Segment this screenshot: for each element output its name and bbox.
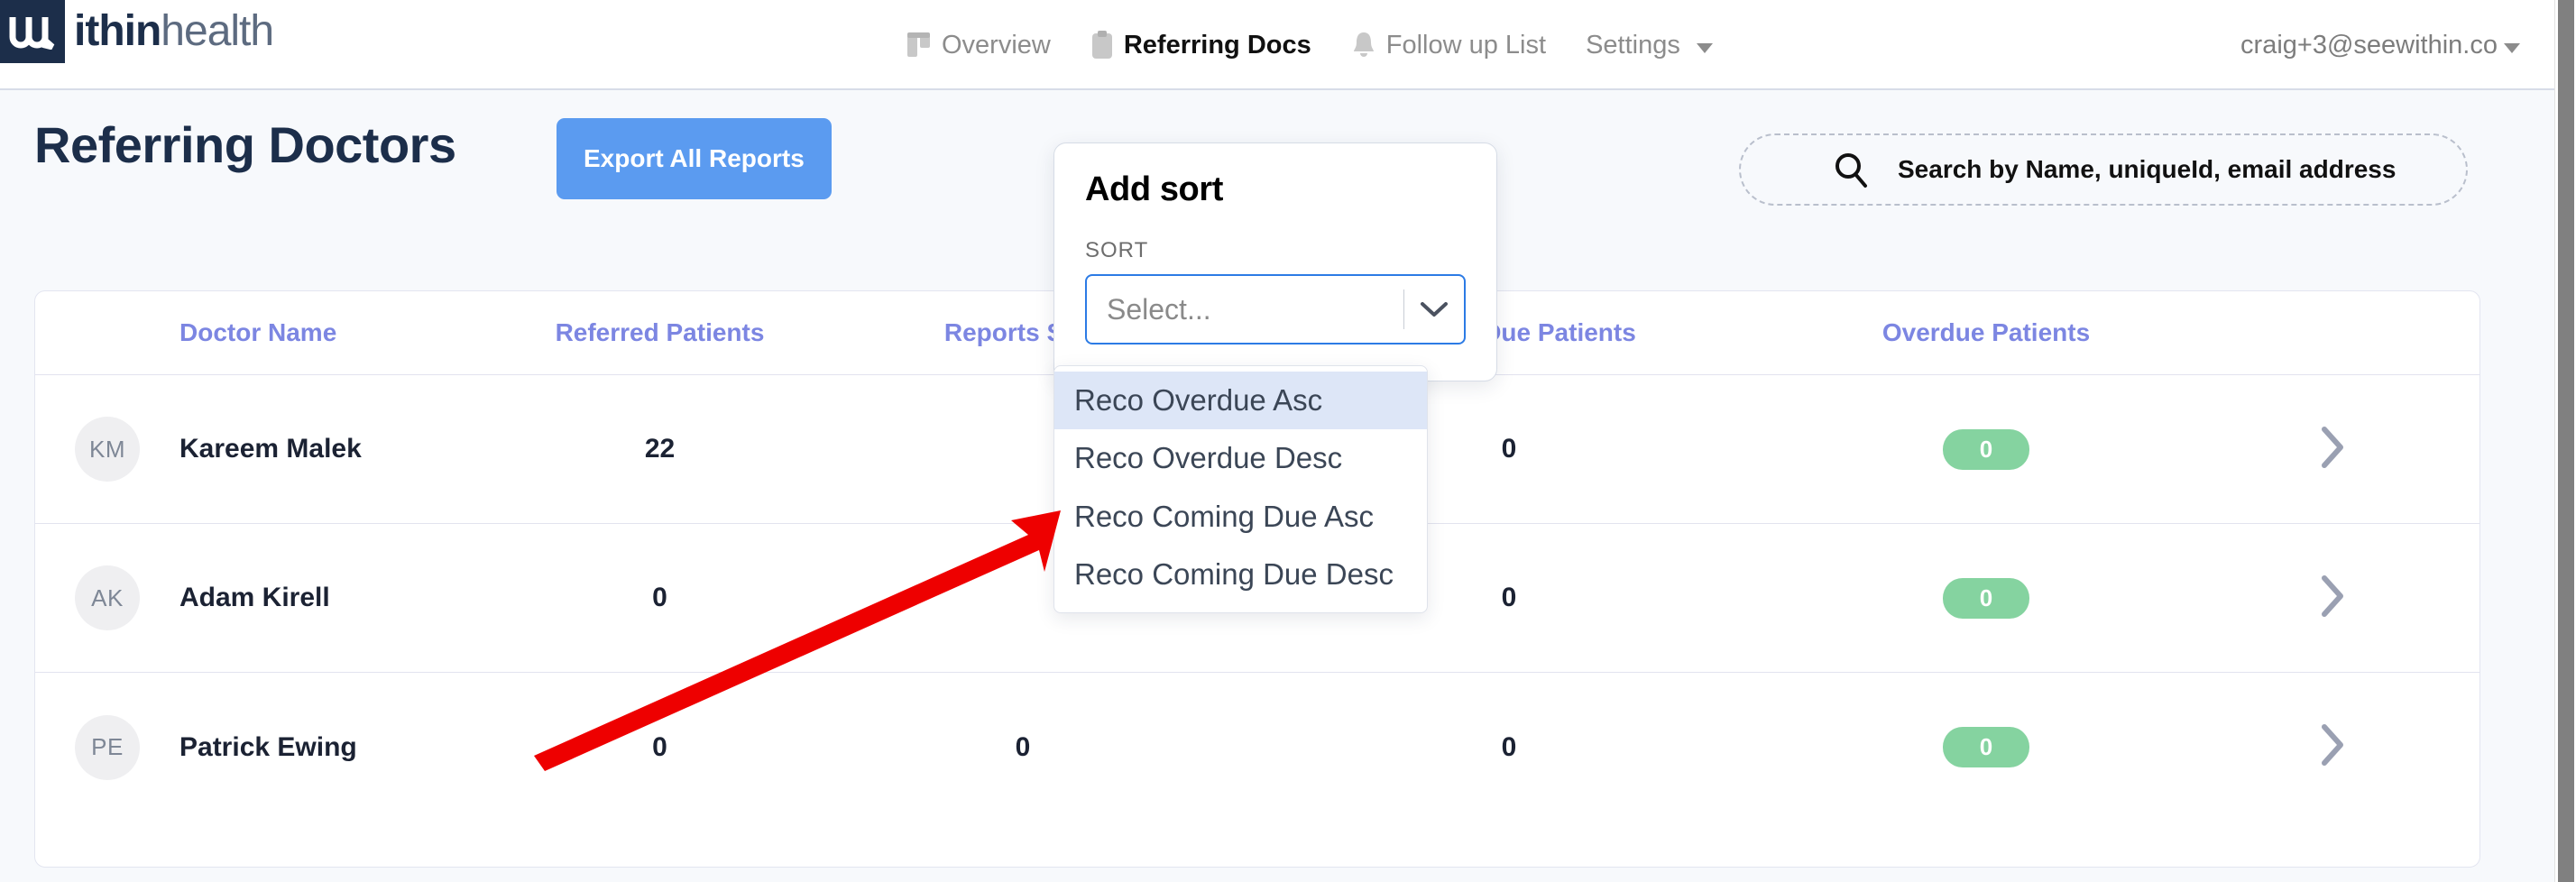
cell-referred-patients: 0 — [652, 583, 667, 612]
sort-option-reco-coming-due-desc[interactable]: Reco Coming Due Desc — [1054, 546, 1427, 603]
nav-item-follow-up-list[interactable]: Follow up List — [1351, 31, 1546, 60]
vertical-scrollbar[interactable] — [2554, 0, 2576, 882]
chevron-right-icon[interactable] — [2319, 721, 2346, 768]
cell-doctor-name: Kareem Malek — [179, 434, 362, 464]
columns-icon — [906, 32, 932, 59]
avatar: KM — [75, 417, 140, 482]
search-input[interactable]: Search by Name, uniqueId, email address — [1739, 133, 2468, 206]
primary-nav: Overview Referring Docs Follow up List S… — [906, 0, 1713, 90]
nav-label-overview: Overview — [942, 30, 1051, 60]
avatar: AK — [75, 565, 140, 630]
popover-title: Add sort — [1085, 170, 1224, 208]
chevron-down-icon — [2504, 42, 2520, 53]
chevron-down-icon — [1696, 42, 1713, 53]
user-email-label: craig+3@seewithin.co — [2240, 30, 2498, 60]
status-badge-overdue: 0 — [1943, 727, 2029, 767]
sort-option-reco-overdue-asc[interactable]: Reco Overdue Asc — [1054, 372, 1427, 430]
column-header-doctor-name: Doctor Name — [179, 318, 337, 346]
logo-mark-icon — [0, 0, 65, 63]
logo-word-within: ithin — [74, 7, 161, 55]
export-all-reports-button[interactable]: Export All Reports — [557, 118, 832, 199]
sort-option-reco-coming-due-asc[interactable]: Reco Coming Due Asc — [1054, 488, 1427, 546]
nav-item-settings[interactable]: Settings — [1586, 31, 1713, 60]
chevron-down-icon[interactable] — [1404, 299, 1464, 319]
table-row[interactable]: PE Patrick Ewing 0 0 0 0 — [35, 673, 2479, 822]
nav-item-overview[interactable]: Overview — [906, 31, 1051, 60]
column-header-referred-patients: Referred Patients — [555, 318, 765, 346]
cell-reports-sent: 0 — [1015, 731, 1031, 762]
nav-item-referring-docs[interactable]: Referring Docs — [1090, 31, 1311, 60]
add-sort-popover: Add sort SORT Select... — [1053, 142, 1497, 381]
status-badge-overdue: 0 — [1943, 577, 2029, 619]
cell-doctor-name: Patrick Ewing — [179, 731, 357, 762]
nav-label-referring-docs: Referring Docs — [1123, 30, 1311, 60]
brand-logo[interactable]: ithinhealth — [0, 0, 274, 63]
search-placeholder-text: Search by Name, uniqueId, email address — [1898, 155, 2397, 183]
bell-icon — [1351, 31, 1376, 60]
cell-coming-due-patients: 0 — [1501, 731, 1517, 762]
cell-coming-due-patients: 0 — [1501, 583, 1517, 612]
logo-word-health: health — [161, 7, 274, 55]
sort-options-dropdown: Reco Overdue Asc Reco Overdue Desc Reco … — [1053, 365, 1428, 613]
page-title: Referring Doctors — [34, 116, 456, 173]
cell-coming-due-patients: 0 — [1501, 434, 1517, 464]
sort-field-label: SORT — [1085, 238, 1149, 262]
clipboard-icon — [1090, 31, 1114, 60]
column-header-overdue-patients: Overdue Patients — [1881, 318, 2091, 346]
cell-doctor-name: Adam Kirell — [179, 583, 330, 612]
cell-referred-patients: 22 — [644, 434, 676, 464]
sort-select[interactable]: Select... — [1085, 274, 1466, 345]
logo-wordmark: ithinhealth — [74, 7, 274, 55]
nav-label-follow-up-list: Follow up List — [1385, 30, 1547, 60]
nav-label-settings: Settings — [1586, 30, 1680, 60]
chevron-right-icon[interactable] — [2319, 573, 2346, 620]
search-icon — [1831, 150, 1871, 189]
cell-referred-patients: 0 — [652, 731, 667, 762]
user-account-menu[interactable]: craig+3@seewithin.co — [2240, 0, 2520, 90]
sort-option-reco-overdue-desc[interactable]: Reco Overdue Desc — [1054, 429, 1427, 487]
chevron-right-icon[interactable] — [2319, 424, 2346, 471]
top-navigation-bar: ithinhealth Overview Referring Docs Foll… — [0, 0, 2554, 90]
app-window: ithinhealth Overview Referring Docs Foll… — [0, 0, 2554, 882]
sort-select-placeholder: Select... — [1107, 292, 1211, 326]
scrollbar-thumb[interactable] — [2558, 0, 2574, 882]
avatar: PE — [75, 714, 140, 780]
status-badge-overdue: 0 — [1943, 428, 2029, 470]
